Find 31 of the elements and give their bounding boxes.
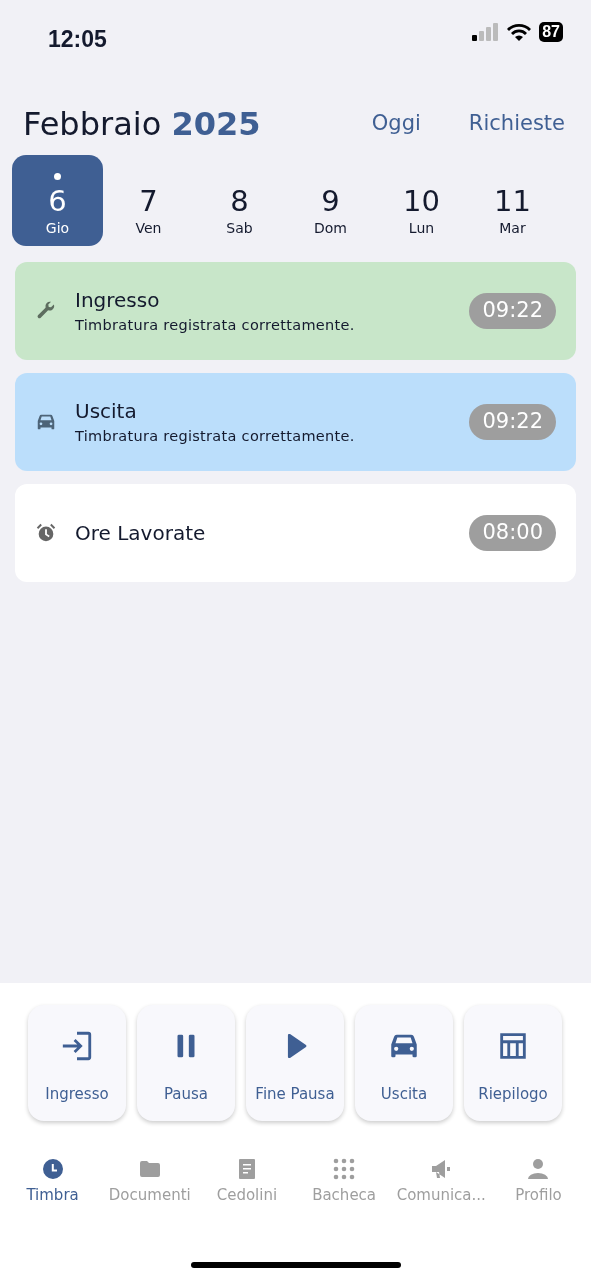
day-tab[interactable]: 9 Dom	[285, 155, 376, 246]
action-button[interactable]: Pausa	[137, 1005, 235, 1121]
grid-icon	[332, 1157, 357, 1181]
signal-icon	[472, 23, 500, 41]
battery-level: 87	[539, 22, 563, 42]
time-badge: 09:22	[469, 293, 556, 329]
action-button[interactable]: Riepilogo	[464, 1005, 562, 1121]
entry-title: Ingresso	[75, 287, 161, 315]
day-tab[interactable]: 6 Gio	[12, 155, 103, 246]
month-title: Febbraio 2025	[23, 104, 261, 145]
entry-message: Timbratura registrata correttamente.	[75, 427, 355, 447]
person-icon	[526, 1157, 551, 1181]
entry-message: Timbratura registrata correttamente.	[75, 316, 355, 336]
header-link[interactable]: Richieste	[468, 108, 565, 140]
day-tab[interactable]: 11 Mar	[467, 155, 558, 246]
entry-title: Uscita	[75, 398, 138, 426]
time-badge: 09:22	[469, 404, 556, 440]
action-button[interactable]: Ingresso	[28, 1005, 126, 1121]
action-button[interactable]: Uscita	[355, 1005, 453, 1121]
day-tab[interactable]: 10 Lun	[376, 155, 467, 246]
alarm-clock-icon	[35, 522, 57, 544]
day-tab[interactable]: 7 Ven	[103, 155, 194, 246]
day-tab[interactable]: 8 Sab	[194, 155, 285, 246]
status-time: 12:05	[48, 25, 107, 54]
time-badge: 08:00	[469, 515, 556, 551]
entry-title: Ore Lavorate	[75, 520, 206, 547]
wifi-icon	[507, 23, 532, 41]
clock-icon	[40, 1157, 65, 1181]
header-link[interactable]: Oggi	[371, 108, 421, 140]
nav-tab[interactable]: Timbra	[4, 1157, 102, 1207]
action-button[interactable]: Fine Pausa	[246, 1005, 344, 1121]
